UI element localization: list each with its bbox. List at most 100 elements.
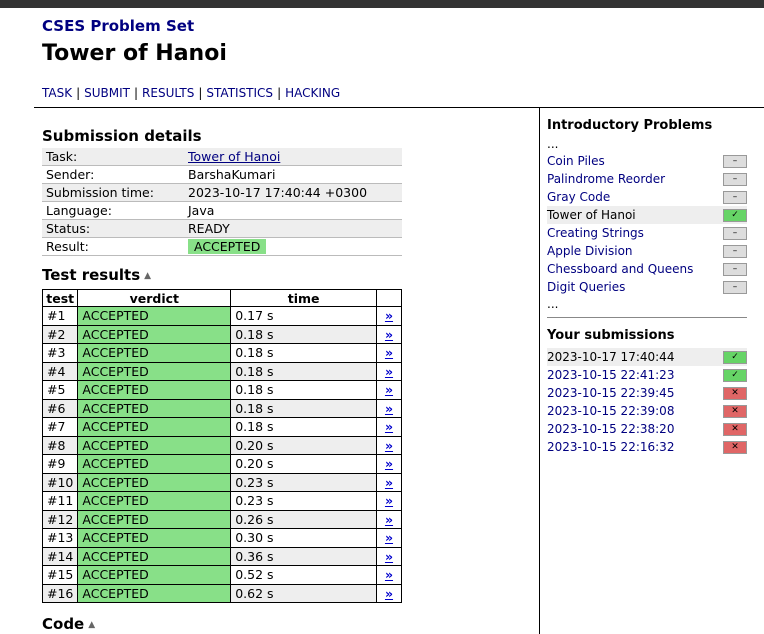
test-time: 0.52 s — [230, 565, 377, 585]
submission-details-heading: Submission details — [42, 127, 202, 145]
nav-statistics[interactable]: STATISTICS — [206, 86, 273, 100]
details-row: Sender: BarshaKumari — [42, 165, 402, 184]
nav-task[interactable]: TASK — [42, 86, 72, 100]
details-row: Language: Java — [42, 201, 402, 220]
submission-list: 2023-10-17 17:40:44 ✓ 2023-10-15 22:41:23 ✓… — [547, 348, 747, 456]
submission-item[interactable]: 2023-10-15 22:41:23 ✓ — [547, 366, 747, 384]
test-details-link[interactable]: » — [376, 528, 402, 548]
problem-name: Apple Division — [547, 244, 633, 258]
test-time: 0.18 s — [230, 380, 377, 400]
problem-item[interactable]: Apple Division – — [547, 242, 747, 260]
test-details-link[interactable]: » — [376, 324, 402, 344]
test-row: #3 ACCEPTED 0.18 s» — [41, 343, 402, 363]
nav-results[interactable]: RESULTS — [142, 86, 194, 100]
dash-icon: – — [723, 227, 747, 240]
test-number: #16 — [41, 583, 79, 603]
test-row: #7 ACCEPTED 0.18 s» — [41, 417, 402, 437]
test-details-link[interactable]: » — [376, 454, 402, 474]
test-details-link[interactable]: » — [376, 583, 402, 603]
test-details-link[interactable]: » — [376, 565, 402, 585]
test-number: #4 — [41, 361, 79, 381]
test-verdict: ACCEPTED — [77, 417, 232, 437]
problem-name: Digit Queries — [547, 280, 626, 294]
test-details-link[interactable]: » — [376, 472, 402, 492]
test-number: #11 — [41, 491, 79, 511]
test-number: #7 — [41, 417, 79, 437]
nav-hacking[interactable]: HACKING — [285, 86, 340, 100]
details-label: Language: — [42, 201, 184, 220]
collapse-arrow-icon[interactable]: ▲ — [88, 620, 95, 630]
test-details-link[interactable]: » — [376, 417, 402, 437]
test-row: #1 ACCEPTED 0.17 s» — [41, 306, 402, 326]
test-details-link[interactable]: » — [376, 343, 402, 363]
test-details-link[interactable]: » — [376, 306, 402, 326]
submission-time: 2023-10-15 22:38:20 — [547, 422, 675, 436]
test-time: 0.20 s — [230, 454, 377, 474]
submission-item[interactable]: 2023-10-15 22:38:20 ✕ — [547, 420, 747, 438]
problem-item[interactable]: Digit Queries – — [547, 278, 747, 296]
details-value-cell: 2023-10-17 17:40:44 +0300 — [184, 183, 402, 202]
site-title[interactable]: CSES Problem Set — [42, 17, 194, 35]
submission-item[interactable]: 2023-10-15 22:39:08 ✕ — [547, 402, 747, 420]
ellipsis: ... — [547, 137, 559, 151]
test-details-link[interactable]: » — [376, 509, 402, 529]
test-number: #8 — [41, 435, 79, 455]
problem-item[interactable]: Tower of Hanoi ✓ — [547, 206, 747, 224]
test-verdict: ACCEPTED — [77, 306, 232, 326]
test-verdict: ACCEPTED — [77, 398, 232, 418]
test-verdict: ACCEPTED — [77, 583, 232, 603]
test-row: #16 ACCEPTED 0.62 s» — [41, 583, 402, 603]
test-verdict: ACCEPTED — [77, 565, 232, 585]
submission-time: 2023-10-15 22:39:08 — [547, 404, 675, 418]
test-verdict: ACCEPTED — [77, 435, 232, 455]
submission-item[interactable]: 2023-10-15 22:39:45 ✕ — [547, 384, 747, 402]
task-link[interactable]: Tower of Hanoi — [188, 149, 280, 164]
test-time: 0.18 s — [230, 361, 377, 381]
test-time: 0.36 s — [230, 546, 377, 566]
problem-item[interactable]: Chessboard and Queens – — [547, 260, 747, 278]
code-heading[interactable]: Code ▲ — [42, 615, 95, 633]
test-verdict: ACCEPTED — [77, 324, 232, 344]
test-time: 0.18 s — [230, 343, 377, 363]
test-results-heading[interactable]: Test results ▲ — [42, 266, 151, 284]
dash-icon: – — [723, 281, 747, 294]
test-row: #5 ACCEPTED 0.18 s» — [41, 380, 402, 400]
test-number: #15 — [41, 565, 79, 585]
test-row: #9 ACCEPTED 0.20 s» — [41, 454, 402, 474]
test-number: #14 — [41, 546, 79, 566]
test-details-link[interactable]: » — [376, 546, 402, 566]
test-row: #12 ACCEPTED 0.26 s» — [41, 509, 402, 529]
test-results-title: Test results — [42, 266, 141, 284]
nav-submit[interactable]: SUBMIT — [84, 86, 130, 100]
dash-icon: – — [723, 263, 747, 276]
dash-icon: – — [723, 155, 747, 168]
your-submissions-heading: Your submissions — [547, 328, 675, 343]
test-details-link[interactable]: » — [376, 398, 402, 418]
submission-time: 2023-10-15 22:16:32 — [547, 440, 675, 454]
dash-icon: – — [723, 191, 747, 204]
test-details-link[interactable]: » — [376, 380, 402, 400]
collapse-arrow-icon[interactable]: ▲ — [144, 271, 151, 281]
test-details-link[interactable]: » — [376, 361, 402, 381]
test-details-link[interactable]: » — [376, 435, 402, 455]
test-time: 0.18 s — [230, 417, 377, 437]
problem-item[interactable]: Gray Code – — [547, 188, 747, 206]
test-time: 0.18 s — [230, 324, 377, 344]
test-row: #14 ACCEPTED 0.36 s» — [41, 546, 402, 566]
test-number: #3 — [41, 343, 79, 363]
task-nav: TASK | SUBMIT | RESULTS | STATISTICS | HACKING — [42, 86, 340, 100]
test-number: #2 — [41, 324, 79, 344]
submission-item[interactable]: 2023-10-17 17:40:44 ✓ — [547, 348, 747, 366]
problem-item[interactable]: Coin Piles – — [547, 152, 747, 170]
header-divider — [34, 107, 764, 108]
details-value-cell: Tower of Hanoi — [184, 148, 402, 166]
details-label: Sender: — [42, 165, 184, 184]
problem-item[interactable]: Creating Strings – — [547, 224, 747, 242]
submission-item[interactable]: 2023-10-15 22:16:32 ✕ — [547, 438, 747, 456]
problem-item[interactable]: Palindrome Reorder – — [547, 170, 747, 188]
nav-separator: | — [76, 86, 81, 100]
test-verdict: ACCEPTED — [77, 491, 232, 511]
test-number: #9 — [41, 454, 79, 474]
test-number: #10 — [41, 472, 79, 492]
test-details-link[interactable]: » — [376, 491, 402, 511]
